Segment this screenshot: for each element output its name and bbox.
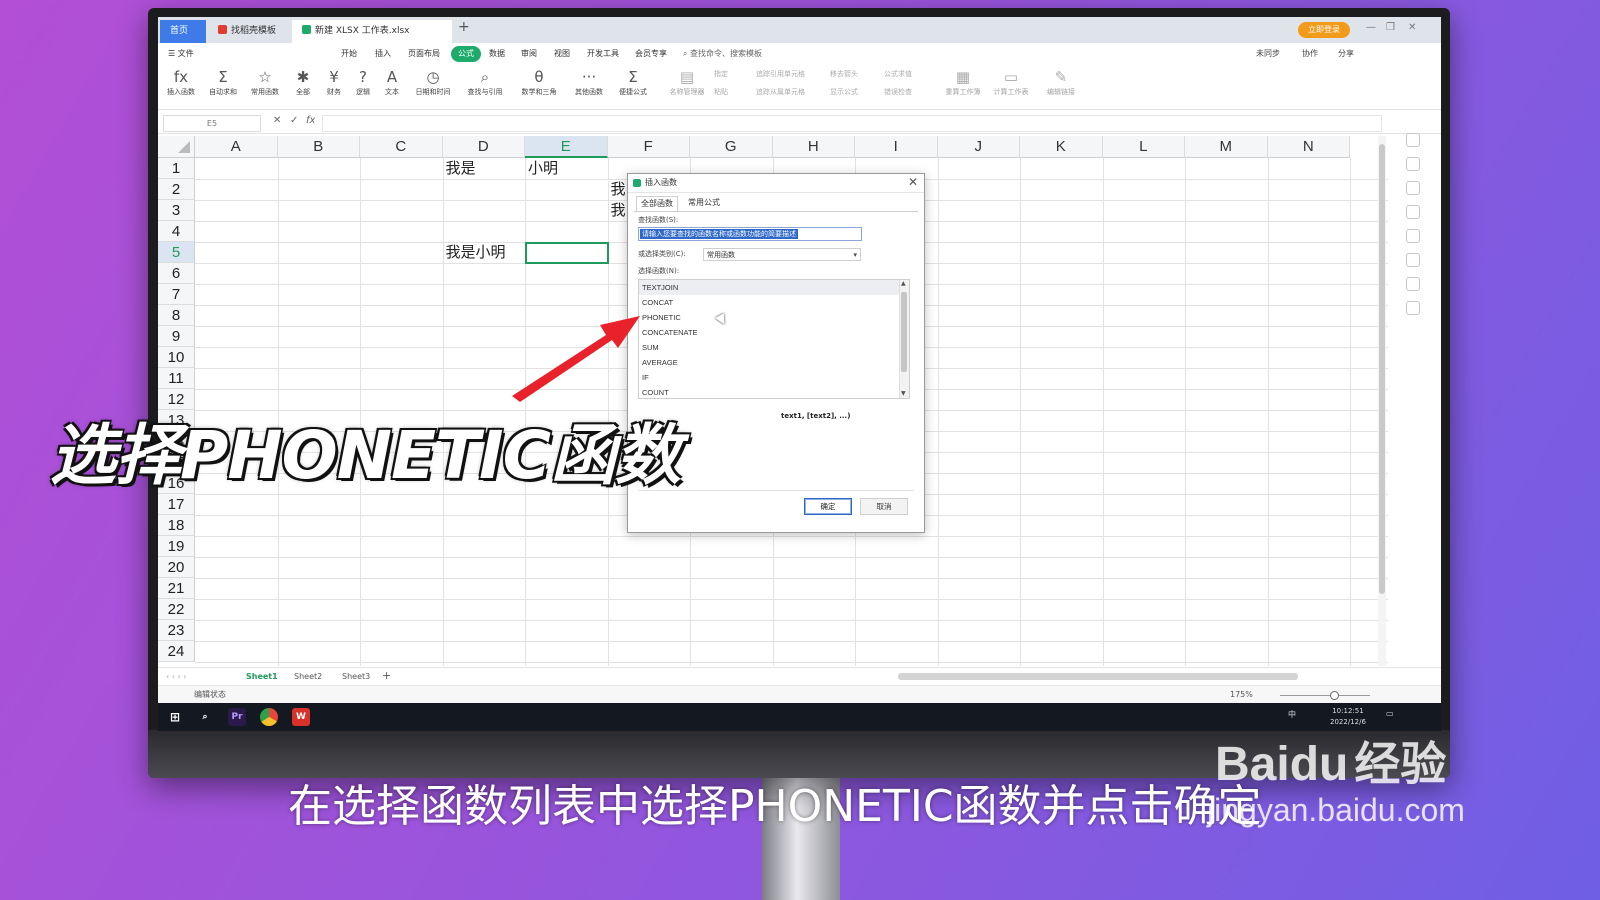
red-arrow-icon — [512, 316, 640, 402]
watermark-url: jingyan.baidu.com — [1207, 792, 1465, 828]
baidu-watermark: Baidu 经验 jingyan.baidu.com — [1207, 728, 1465, 828]
watermark-brand: Baidu — [1215, 738, 1349, 791]
overlay-title: 选择PHONETIC函数 — [50, 417, 681, 494]
subtitle-caption: 在选择函数列表中选择PHONETIC函数并点击确定 — [288, 781, 1262, 832]
watermark-jingyan: 经验 — [1354, 737, 1447, 791]
